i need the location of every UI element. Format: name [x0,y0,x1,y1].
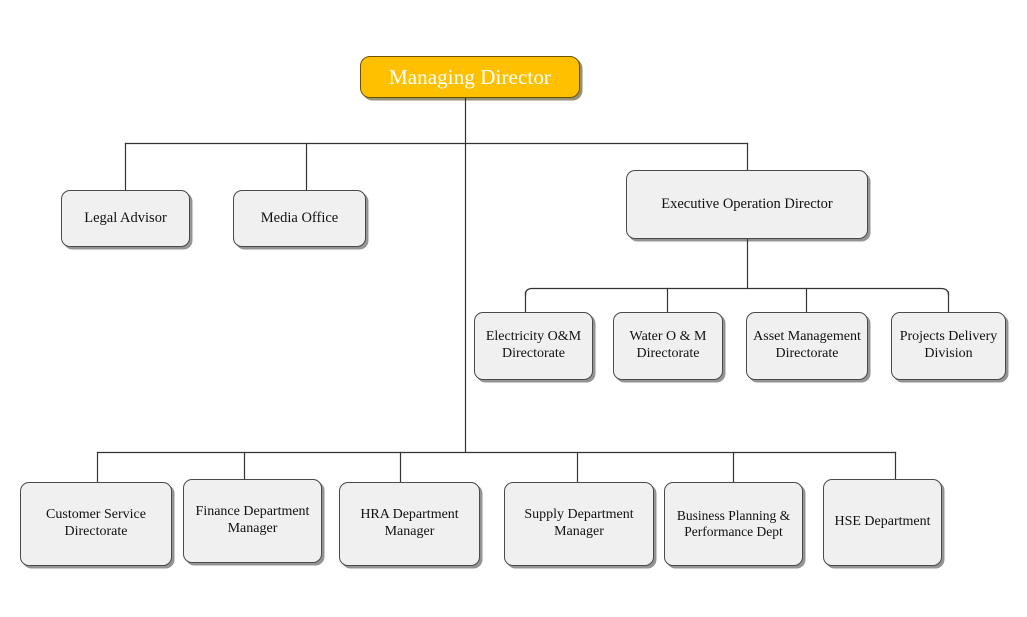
node-business-planning-performance-dept-label: Business Planning & Performance Dept [676,508,791,539]
node-projects-delivery-division-label: Projects Delivery Division [899,329,998,361]
node-customer-service-directorate-label: Customer Service Directorate [46,507,146,539]
node-electricity-om-directorate-label: Electricity O&M Directorate [485,329,582,361]
node-executive-operation-director-label: Executive Operation Director [661,195,833,212]
node-legal-advisor[interactable]: Legal Advisor [61,190,190,247]
node-electricity-om-directorate[interactable]: Electricity O&M Directorate [474,312,593,380]
node-supply-department-manager[interactable]: Supply Department Manager [504,482,654,566]
node-legal-advisor-label: Legal Advisor [84,209,167,226]
node-water-om-directorate-label: Water O & M Directorate [629,329,707,361]
node-managing-director[interactable]: Managing Director [360,56,580,98]
node-supply-department-manager-label: Supply Department Manager [524,507,634,539]
node-hse-department[interactable]: HSE Department [823,479,942,566]
node-hra-department-manager[interactable]: HRA Department Manager [339,482,480,566]
node-projects-delivery-division[interactable]: Projects Delivery Division [891,312,1006,380]
node-hra-department-manager-label: HRA Department Manager [360,507,459,539]
node-media-office-label: Media Office [260,209,339,226]
node-asset-management-directorate-label: Asset Management Directorate [753,329,861,361]
node-finance-department-manager-label: Finance Department Manager [195,504,310,536]
node-finance-department-manager[interactable]: Finance Department Manager [183,479,322,563]
node-media-office[interactable]: Media Office [233,190,366,247]
node-water-om-directorate[interactable]: Water O & M Directorate [613,312,723,380]
node-hse-department-label: HSE Department [834,514,931,530]
node-asset-management-directorate[interactable]: Asset Management Directorate [746,312,868,380]
node-managing-director-label: Managing Director [388,64,552,89]
node-business-planning-performance-dept[interactable]: Business Planning & Performance Dept [664,482,803,566]
org-chart: Managing Director Legal Advisor Media Of… [0,0,1027,617]
node-customer-service-directorate[interactable]: Customer Service Directorate [20,482,172,566]
node-executive-operation-director[interactable]: Executive Operation Director [626,170,868,239]
connector-level3-bus [524,287,950,296]
